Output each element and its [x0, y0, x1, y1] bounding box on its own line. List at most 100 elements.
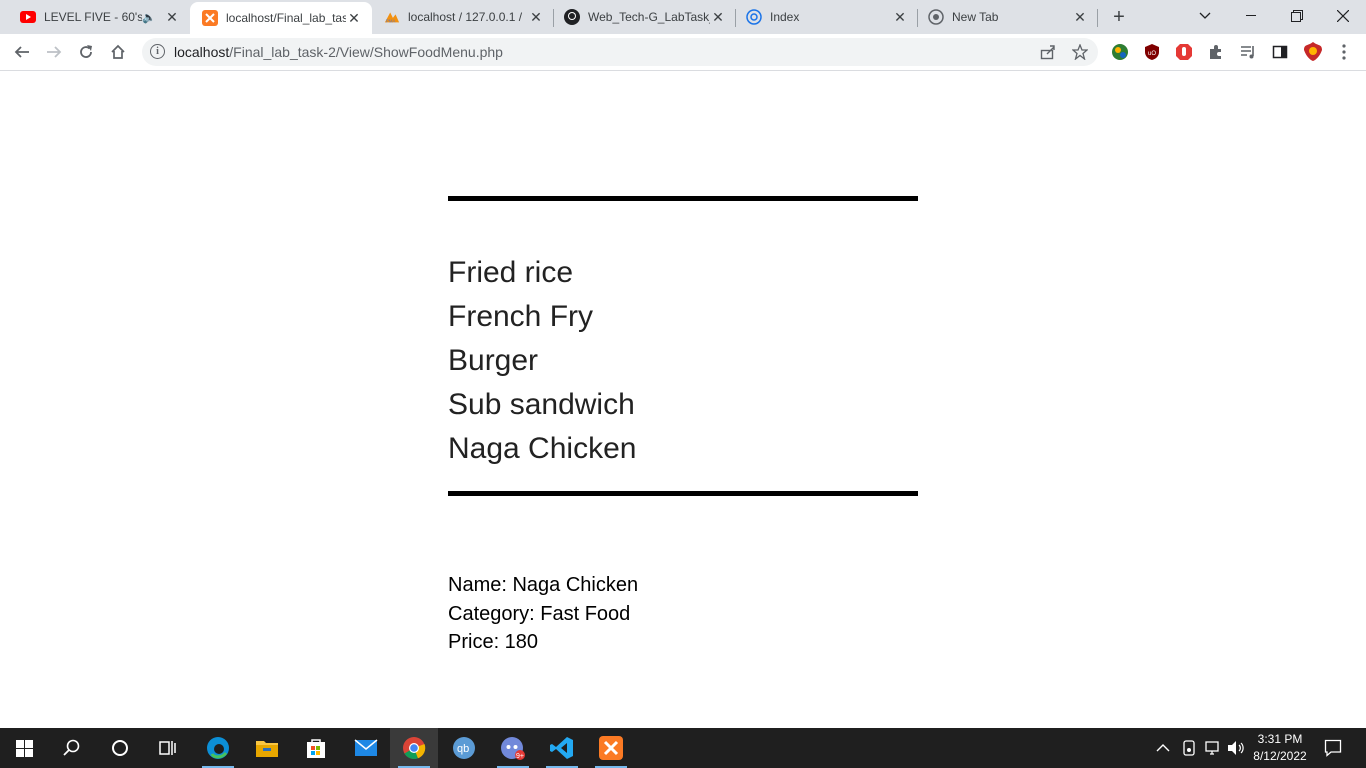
- top-divider: [448, 196, 918, 201]
- task-view-button[interactable]: [144, 728, 192, 768]
- tab-final-lab[interactable]: localhost/Final_lab_tas ✕: [190, 2, 372, 34]
- action-center-button[interactable]: [1324, 728, 1342, 768]
- menu-item-burger[interactable]: Burger: [448, 341, 636, 385]
- windows-taskbar: qb 9+ 3:31 PM 8/12/2022: [0, 728, 1366, 768]
- close-tab-icon[interactable]: ✕: [164, 9, 180, 25]
- arrow-right-icon: [47, 46, 62, 58]
- back-button[interactable]: [10, 40, 34, 64]
- food-details: Name: Naga Chicken Category: Fast Food P…: [448, 571, 638, 657]
- taskbar-xampp[interactable]: [587, 728, 635, 768]
- url-path: /Final_lab_task-2/View/ShowFoodMenu.php: [229, 44, 503, 60]
- forward-button[interactable]: [42, 40, 66, 64]
- speaker-icon[interactable]: 🔈: [142, 11, 156, 24]
- puzzle-extensions-icon[interactable]: [1206, 42, 1226, 62]
- tab-phpmyadmin[interactable]: PMA localhost / 127.0.0.1 / ✕: [372, 0, 554, 34]
- share-icon[interactable]: [1038, 42, 1058, 62]
- volume-icon: [1228, 741, 1244, 755]
- stop-hand-icon[interactable]: [1174, 42, 1194, 62]
- task-view-icon: [159, 741, 176, 755]
- profile-avatar[interactable]: [1302, 40, 1324, 62]
- minimize-icon: [1246, 15, 1256, 16]
- taskbar-discord[interactable]: 9+: [489, 728, 537, 768]
- restore-icon: [1291, 10, 1303, 22]
- side-panel-icon[interactable]: [1270, 42, 1290, 62]
- ublock-icon[interactable]: uO: [1142, 42, 1162, 62]
- menu-item-sub-sandwich[interactable]: Sub sandwich: [448, 385, 636, 429]
- minimize-button[interactable]: [1228, 0, 1274, 32]
- windows-logo-icon: [15, 739, 33, 757]
- close-tab-icon[interactable]: ✕: [528, 9, 544, 25]
- qbittorrent-icon: qb: [453, 737, 475, 759]
- tab-strip: LEVEL FIVE - 60's I 🔈 ✕ localhost/Final_…: [0, 0, 1366, 34]
- taskbar-mail[interactable]: [342, 728, 390, 768]
- menu-item-fried-rice[interactable]: Fried rice: [448, 253, 636, 297]
- github-icon: [564, 9, 580, 25]
- bottom-divider: [448, 491, 918, 496]
- food-price: Price: 180: [448, 631, 539, 653]
- address-bar[interactable]: i localhost/Final_lab_task-2/View/ShowFo…: [142, 38, 1098, 66]
- discord-icon: 9+: [501, 737, 525, 760]
- svg-text:PMA: PMA: [386, 18, 396, 23]
- taskbar-chrome[interactable]: [390, 728, 438, 768]
- reload-button[interactable]: [74, 40, 98, 64]
- extension-globe-icon[interactable]: [1110, 42, 1130, 62]
- home-button[interactable]: [106, 40, 130, 64]
- close-tab-icon[interactable]: ✕: [1072, 9, 1088, 25]
- reload-icon: [80, 45, 92, 58]
- tab-github[interactable]: Web_Tech-G_LabTask_ ✕: [554, 0, 736, 34]
- close-tab-icon[interactable]: ✕: [892, 9, 908, 25]
- globe-icon: [746, 9, 762, 25]
- close-tab-icon[interactable]: ✕: [710, 9, 726, 25]
- taskbar-edge[interactable]: [194, 728, 242, 768]
- kebab-menu-icon[interactable]: [1334, 42, 1354, 62]
- taskbar-qbittorrent[interactable]: qb: [440, 728, 488, 768]
- taskbar-vscode[interactable]: [538, 728, 586, 768]
- taskbar-store[interactable]: [292, 728, 340, 768]
- clock-time: 3:31 PM: [1257, 732, 1303, 746]
- tray-volume-button[interactable]: [1227, 728, 1245, 768]
- phpmyadmin-icon: PMA: [384, 9, 400, 25]
- folder-icon: [256, 741, 278, 757]
- media-control-icon[interactable]: [1238, 42, 1258, 62]
- svg-text:9+: 9+: [516, 753, 524, 760]
- new-tab-button[interactable]: +: [1108, 6, 1130, 28]
- url-host: localhost: [174, 44, 230, 60]
- xampp-icon: [202, 10, 218, 26]
- tab-search-button[interactable]: [1182, 0, 1228, 32]
- home-icon: [111, 44, 125, 59]
- tab-title: Web_Tech-G_LabTask_: [588, 10, 710, 24]
- site-info-icon[interactable]: i: [150, 44, 165, 59]
- restore-button[interactable]: [1274, 0, 1320, 32]
- menu-item-naga-chicken[interactable]: Naga Chicken: [448, 429, 636, 473]
- url-text[interactable]: localhost/Final_lab_task-2/View/ShowFood…: [174, 44, 503, 60]
- search-button[interactable]: [48, 728, 96, 768]
- cortana-circle-icon: [112, 740, 128, 756]
- tab-title: Index: [770, 10, 800, 24]
- taskbar-clock[interactable]: 3:31 PM 8/12/2022: [1244, 731, 1316, 765]
- tab-index[interactable]: Index ✕: [736, 0, 918, 34]
- browser-toolbar: i localhost/Final_lab_task-2/View/ShowFo…: [0, 34, 1366, 71]
- show-hidden-icons-button[interactable]: [1156, 728, 1170, 768]
- tab-title: localhost/Final_lab_tas: [226, 11, 346, 25]
- tab-new-tab[interactable]: New Tab ✕: [918, 0, 1098, 34]
- menu-item-french-fry[interactable]: French Fry: [448, 297, 636, 341]
- clock-date: 8/12/2022: [1253, 749, 1307, 763]
- food-menu-list: Fried rice French Fry Burger Sub sandwic…: [448, 253, 636, 473]
- tray-device-button[interactable]: [1181, 728, 1197, 768]
- tray-network-button[interactable]: [1204, 728, 1222, 768]
- tab-youtube[interactable]: LEVEL FIVE - 60's I 🔈 ✕: [0, 0, 190, 34]
- bookmark-star-icon[interactable]: [1070, 42, 1090, 62]
- taskbar-file-explorer[interactable]: [243, 728, 291, 768]
- device-icon: [1183, 740, 1195, 756]
- close-icon: [1337, 10, 1349, 22]
- close-tab-icon[interactable]: ✕: [346, 10, 362, 26]
- tab-title: New Tab: [952, 10, 999, 24]
- cortana-button[interactable]: [96, 728, 144, 768]
- page-content: Fried rice French Fry Burger Sub sandwic…: [0, 71, 1366, 728]
- search-icon: [63, 739, 80, 756]
- start-button[interactable]: [0, 728, 48, 768]
- youtube-icon: [20, 9, 36, 25]
- close-window-button[interactable]: [1320, 0, 1366, 32]
- chrome-icon: [403, 737, 426, 760]
- tab-title: localhost / 127.0.0.1 /: [408, 10, 523, 24]
